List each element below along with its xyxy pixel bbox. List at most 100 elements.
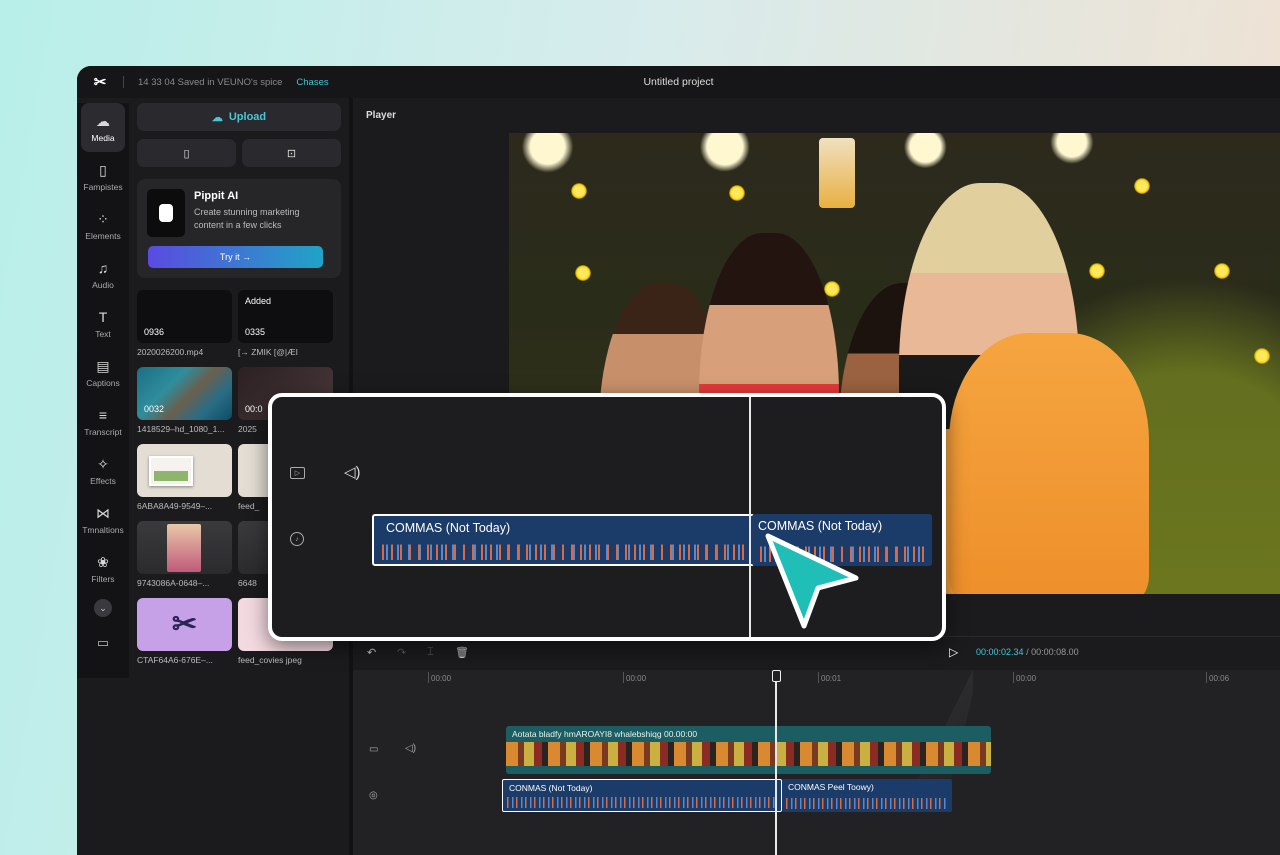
audio-clip-label: CONMAS (Not Today) — [509, 783, 593, 793]
redo-icon[interactable]: ↷ — [397, 646, 406, 659]
clip-label: COMMAS (Not Today) — [386, 521, 511, 535]
try-it-button[interactable]: Try it → — [148, 246, 323, 268]
timeline-zoom-callout: ▷ ◁) ♪ COMMAS (Not Today) COMMAS (Not To… — [268, 393, 946, 641]
speaker-icon[interactable]: ◁) — [405, 743, 416, 754]
audio-clip[interactable]: CONMAS Peel Toowy) — [782, 779, 952, 812]
audio-track-icon[interactable]: ◎ — [369, 790, 378, 801]
device-row: ▯ ⊡ — [137, 139, 341, 167]
cloud-icon: ☁ — [96, 112, 110, 129]
upload-label: Upload — [228, 111, 267, 123]
video-track-icon[interactable]: ▭ — [369, 744, 378, 755]
captions-icon: ▤ — [96, 357, 110, 374]
record-icon: ⊡ — [286, 147, 297, 160]
timeline: 00:00 00:00 00:01 00:00 00:06 ▭ ◁) ◎ Aot… — [353, 670, 1280, 855]
stage-light — [571, 183, 587, 199]
divider — [123, 76, 124, 88]
filters-icon: ❀ — [97, 553, 109, 570]
current-time: 00:00:02.34 — [976, 647, 1024, 657]
rail-item-text[interactable]: T Text — [77, 299, 129, 348]
media-caption: 9743086A-0648–... — [137, 578, 210, 588]
player-label: Player — [366, 110, 397, 121]
video-frames — [506, 742, 991, 766]
rail-item-templates[interactable]: ▯ Fampistes — [77, 152, 129, 201]
media-thumbnail: 0936 — [137, 290, 232, 343]
media-caption: CTAF64A6-676E–... — [137, 655, 213, 665]
split-icon[interactable]: ⌶ — [427, 646, 434, 659]
capcut-logo-icon[interactable]: ✂ — [77, 73, 123, 91]
rail-label: Captions — [86, 377, 120, 388]
promo-title: Pippit AI — [194, 190, 239, 202]
play-icon[interactable]: ▷ — [949, 645, 958, 659]
time-ruler[interactable]: 00:00 00:00 00:01 00:00 00:06 — [353, 670, 1280, 688]
video-clip-label: Aotata bladfy hmAROAYI8 whalebshiqg 00.0… — [512, 729, 698, 739]
rail-label: Audio — [92, 279, 114, 290]
video-clip[interactable]: Aotata bladfy hmAROAYI8 whalebshiqg 00.0… — [506, 726, 991, 774]
total-time: / 00:00:08.00 — [1026, 647, 1079, 657]
playhead[interactable] — [772, 670, 780, 855]
changes-link[interactable]: Chases — [296, 77, 328, 88]
record-button[interactable]: ⊡ — [242, 139, 341, 167]
media-thumbnail: 0032 — [137, 367, 232, 420]
stage-light — [1134, 178, 1150, 194]
delete-icon[interactable]: 🗑 — [455, 646, 469, 659]
elements-icon: ⁘ — [97, 210, 109, 227]
rail-label: Effects — [90, 475, 116, 486]
shortcuts-icon[interactable]: ▭ — [77, 635, 129, 651]
media-thumbnail: Added 0335 — [238, 290, 333, 343]
rail-item-captions[interactable]: ▤ Captions — [77, 348, 129, 397]
media-item[interactable]: Added 0335 [→ ZMIK [@|ÆI — [238, 290, 333, 367]
stage-light — [575, 265, 591, 281]
drink-cup-image — [819, 138, 855, 208]
media-caption: 2020026200.mp4 — [137, 347, 204, 357]
music-icon: ♫ — [97, 259, 109, 276]
rail-item-filters[interactable]: ❀ Filters — [77, 544, 129, 593]
portrait-image — [167, 524, 201, 572]
media-item[interactable]: ✂ CTAF64A6-676E–... — [137, 598, 232, 675]
upload-button[interactable]: ☁ Upload — [137, 103, 341, 131]
stage-light — [729, 185, 745, 201]
rail-label: Text — [95, 328, 111, 339]
rail-item-transitions[interactable]: ⋈ Tmnaltions — [77, 495, 129, 544]
phone-upload-button[interactable]: ▯ — [137, 139, 236, 167]
undo-icon[interactable]: ↶ — [367, 646, 376, 659]
project-title[interactable]: Untitled project — [643, 76, 713, 88]
rail-item-audio[interactable]: ♫ Audio — [77, 250, 129, 299]
text-icon: T — [98, 308, 108, 325]
effects-icon: ✧ — [97, 455, 109, 472]
rail-item-effects[interactable]: ✧ Effects — [77, 446, 129, 495]
rail-label: Filters — [91, 573, 115, 584]
mouse-cursor-icon — [765, 533, 859, 629]
audio-track-icon: ♪ — [290, 532, 304, 546]
transitions-icon: ⋈ — [96, 504, 110, 521]
audio-clip[interactable]: CONMAS (Not Today) — [502, 779, 782, 812]
media-thumbnail — [137, 444, 232, 497]
cloud-upload-icon: ☁ — [211, 111, 223, 124]
rail-label: Fampistes — [83, 181, 123, 192]
rail-label: Media — [91, 132, 115, 143]
ruler-tick: 00:01 — [817, 672, 842, 683]
title-bar: ✂ 14 33 04 Saved in VEUNO's spice Chases… — [77, 66, 1280, 98]
media-item[interactable]: 6ABA8A49-9549–... — [137, 444, 232, 521]
media-item[interactable]: 0032 1418529–hd_1080_1... — [137, 367, 232, 444]
left-rail: ☁ Media ▯ Fampistes ⁘ Elements ♫ Audio T… — [77, 103, 129, 678]
stage-light — [1214, 263, 1230, 279]
media-caption: 1418529–hd_1080_1... — [137, 424, 225, 434]
stage-light — [824, 281, 840, 297]
video-track-icon: ▷ — [290, 467, 305, 479]
chevron-down-icon[interactable]: ⌄ — [94, 599, 112, 617]
media-item[interactable]: 9743086A-0648–... — [137, 521, 232, 598]
promo-description: Create stunning marketing content in a f… — [194, 207, 300, 230]
rail-item-media[interactable]: ☁ Media — [81, 103, 125, 152]
audio-clip-selected[interactable]: COMMAS (Not Today) — [372, 514, 755, 566]
media-duration: 0335 — [245, 327, 266, 337]
media-thumbnail: ✂ — [137, 598, 232, 651]
rail-item-elements[interactable]: ⁘ Elements — [77, 201, 129, 250]
ruler-tick: 00:00 — [427, 672, 452, 683]
media-item[interactable]: 0936 2020026200.mp4 — [137, 290, 232, 367]
ruler-tick: 00:00 — [1012, 672, 1037, 683]
playhead[interactable] — [749, 397, 751, 637]
media-duration: 00:0 — [245, 404, 263, 414]
rail-item-transcript[interactable]: ≡ Transcript — [77, 397, 129, 446]
audio-waveform — [507, 797, 777, 808]
rail-label: Tmnaltions — [82, 524, 124, 535]
